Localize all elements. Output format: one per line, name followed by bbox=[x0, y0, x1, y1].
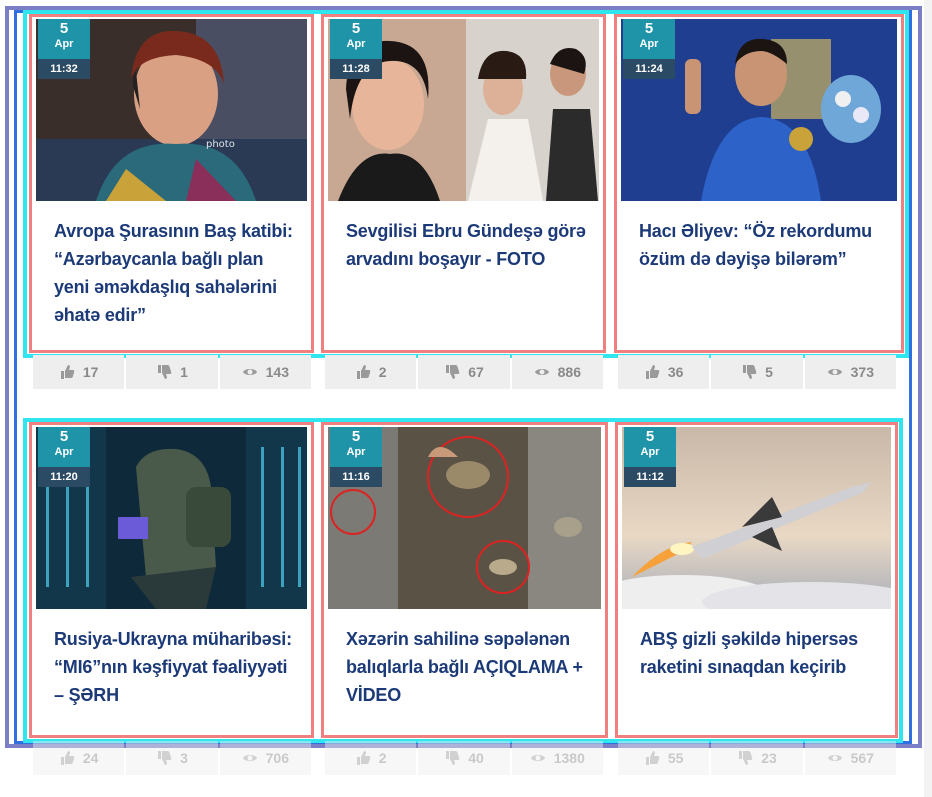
stats-bar: 55 23 567 bbox=[618, 741, 896, 775]
stats-bar: 2 67 886 bbox=[325, 355, 603, 389]
thumbs-down-icon bbox=[444, 750, 460, 766]
date-badge: 5 Apr 11:28 bbox=[330, 19, 382, 79]
thumbs-down-icon bbox=[444, 364, 460, 380]
thumbs-down-icon bbox=[156, 750, 172, 766]
badge-month: Apr bbox=[639, 38, 659, 50]
views-counter: 886 bbox=[511, 355, 603, 389]
date-badge: 5 Apr 11:24 bbox=[623, 19, 675, 79]
badge-time: 11:20 bbox=[38, 467, 90, 487]
badge-month: Apr bbox=[346, 38, 366, 50]
like-count: 2 bbox=[378, 750, 387, 766]
date-badge: 5 Apr 11:32 bbox=[38, 19, 90, 79]
thumbs-up-icon bbox=[59, 750, 75, 766]
dislike-count: 40 bbox=[468, 750, 484, 766]
like-button[interactable]: 17 bbox=[33, 355, 125, 389]
news-title[interactable]: Avropa Şurasının Baş katibi: “Azərbaycan… bbox=[54, 217, 297, 329]
dislike-count: 3 bbox=[180, 750, 188, 766]
dislike-button[interactable]: 3 bbox=[126, 741, 218, 775]
views-count: 706 bbox=[265, 750, 289, 766]
views-counter: 567 bbox=[804, 741, 896, 775]
dislike-button[interactable]: 23 bbox=[711, 741, 803, 775]
thumbs-up-icon bbox=[355, 364, 371, 380]
views-counter: 143 bbox=[219, 355, 311, 389]
thumbs-down-icon bbox=[156, 364, 172, 380]
eye-icon bbox=[534, 364, 550, 380]
thumbs-up-icon bbox=[644, 750, 660, 766]
like-count: 17 bbox=[82, 364, 99, 380]
thumbs-down-icon bbox=[741, 364, 757, 380]
badge-day: 5 bbox=[351, 20, 361, 37]
badge-month: Apr bbox=[346, 446, 366, 458]
eye-icon bbox=[827, 750, 843, 766]
stats-bar: 36 5 373 bbox=[618, 355, 896, 389]
badge-time: 11:32 bbox=[38, 59, 90, 79]
news-title[interactable]: Sevgilisi Ebru Gündeşə görə arvadını boş… bbox=[346, 217, 589, 273]
badge-month: Apr bbox=[54, 38, 74, 50]
news-card[interactable]: photo 5 Apr 11:32 Avropa Şurasının Baş ka… bbox=[29, 14, 314, 353]
dislike-count: 1 bbox=[180, 364, 188, 380]
dislike-button[interactable]: 1 bbox=[126, 355, 218, 389]
eye-icon bbox=[530, 750, 546, 766]
badge-day: 5 bbox=[645, 428, 655, 445]
thumbs-up-icon bbox=[355, 750, 371, 766]
badge-day: 5 bbox=[59, 428, 69, 445]
date-badge: 5 Apr 11:16 bbox=[330, 427, 382, 487]
badge-time: 11:16 bbox=[330, 467, 382, 487]
news-title[interactable]: Xəzərin sahilinə səpələnən balıqlarla ba… bbox=[346, 625, 591, 709]
views-count: 567 bbox=[850, 750, 874, 766]
news-card[interactable]: 5 Apr 11:20 Rusiya-Ukrayna müharibəsi: “M… bbox=[29, 422, 314, 738]
eye-icon bbox=[242, 364, 258, 380]
views-count: 373 bbox=[850, 364, 874, 380]
badge-day: 5 bbox=[351, 428, 361, 445]
svg-text:photo: photo bbox=[206, 139, 235, 150]
badge-time: 11:12 bbox=[624, 467, 676, 487]
dislike-button[interactable]: 5 bbox=[711, 355, 803, 389]
scrollbar[interactable] bbox=[924, 0, 932, 797]
dislike-count: 5 bbox=[765, 364, 773, 380]
badge-month: Apr bbox=[54, 446, 74, 458]
badge-day: 5 bbox=[644, 20, 654, 37]
views-count: 1380 bbox=[553, 750, 585, 766]
stats-bar: 24 3 706 bbox=[33, 741, 311, 775]
badge-time: 11:28 bbox=[330, 59, 382, 79]
views-counter: 373 bbox=[804, 355, 896, 389]
like-button[interactable]: 36 bbox=[618, 355, 710, 389]
views-counter: 706 bbox=[219, 741, 311, 775]
stats-bar: 17 1 143 bbox=[33, 355, 311, 389]
eye-icon bbox=[242, 750, 258, 766]
news-card[interactable]: 5 Apr 11:28 Sevgilisi Ebru Gündeşə görə a… bbox=[321, 14, 606, 353]
date-badge: 5 Apr 11:12 bbox=[624, 427, 676, 487]
dislike-count: 67 bbox=[468, 364, 484, 380]
badge-day: 5 bbox=[59, 20, 69, 37]
news-card[interactable]: 5 Apr 11:24 Hacı Əliyev: “Öz rekordumu öz… bbox=[614, 14, 904, 353]
thumbs-up-icon bbox=[59, 364, 75, 380]
news-title[interactable]: Hacı Əliyev: “Öz rekordumu özüm də dəyiş… bbox=[639, 217, 887, 273]
like-button[interactable]: 2 bbox=[325, 741, 417, 775]
news-card[interactable]: 5 Apr 11:16 Xəzərin sahilinə səpələnən ba… bbox=[321, 422, 608, 738]
thumbs-up-icon bbox=[644, 364, 660, 380]
dislike-button[interactable]: 67 bbox=[418, 355, 510, 389]
like-count: 36 bbox=[667, 364, 684, 380]
date-badge: 5 Apr 11:20 bbox=[38, 427, 90, 487]
like-count: 24 bbox=[82, 750, 99, 766]
like-button[interactable]: 2 bbox=[325, 355, 417, 389]
views-count: 886 bbox=[557, 364, 581, 380]
views-count: 143 bbox=[265, 364, 289, 380]
news-card[interactable]: 5 Apr 11:12 ABŞ gizli şəkildə hipersəs ra… bbox=[615, 422, 898, 738]
badge-month: Apr bbox=[640, 446, 660, 458]
like-button[interactable]: 24 bbox=[33, 741, 125, 775]
stats-bar: 2 40 1380 bbox=[325, 741, 603, 775]
news-title[interactable]: Rusiya-Ukrayna müharibəsi: “MI6”nın kəşf… bbox=[54, 625, 297, 709]
views-counter: 1380 bbox=[511, 741, 603, 775]
news-title[interactable]: ABŞ gizli şəkildə hipersəs raketini sına… bbox=[640, 625, 881, 681]
dislike-count: 23 bbox=[761, 750, 777, 766]
eye-icon bbox=[827, 364, 843, 380]
badge-time: 11:24 bbox=[623, 59, 675, 79]
thumbs-down-icon bbox=[737, 750, 753, 766]
like-count: 55 bbox=[667, 750, 684, 766]
like-count: 2 bbox=[378, 364, 387, 380]
like-button[interactable]: 55 bbox=[618, 741, 710, 775]
dislike-button[interactable]: 40 bbox=[418, 741, 510, 775]
